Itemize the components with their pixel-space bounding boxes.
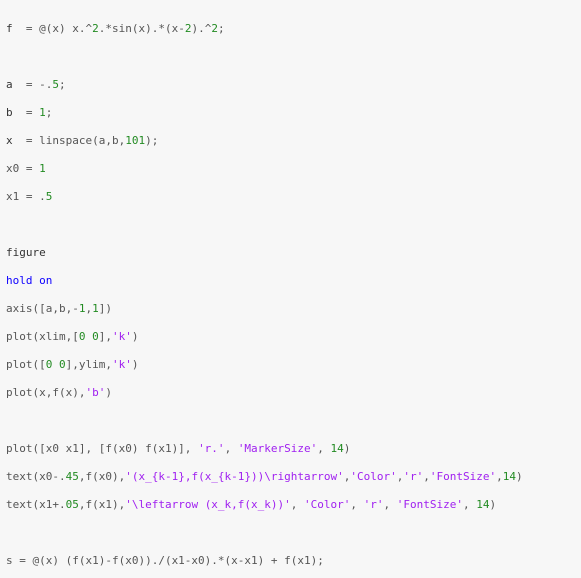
code-line (6, 50, 575, 64)
code-line: plot(x,f(x),'b') (6, 386, 575, 400)
code-line: axis([a,b,-1,1]) (6, 302, 575, 316)
code-block: f = @(x) x.^2.*sin(x).*(x-2).^2; a = -.5… (0, 0, 581, 578)
code-line: s = @(x) (f(x1)-f(x0))./(x1-x0).*(x-x1) … (6, 554, 575, 568)
code-line (6, 414, 575, 428)
code-line (6, 526, 575, 540)
code-line: plot([x0 x1], [f(x0) f(x1)], 'r.', 'Mark… (6, 442, 575, 456)
code-line: plot(xlim,[0 0],'k') (6, 330, 575, 344)
code-line: b = 1; (6, 106, 575, 120)
code-line: f = @(x) x.^2.*sin(x).*(x-2).^2; (6, 22, 575, 36)
code-line: x = linspace(a,b,101); (6, 134, 575, 148)
code-line: hold on (6, 274, 575, 288)
code-line: a = -.5; (6, 78, 575, 92)
code-line: x0 = 1 (6, 162, 575, 176)
code-line: figure (6, 246, 575, 260)
code-line: x1 = .5 (6, 190, 575, 204)
code-line (6, 218, 575, 232)
code-line: text(x1+.05,f(x1),'\leftarrow (x_k,f(x_k… (6, 498, 575, 512)
code-line: text(x0-.45,f(x0),'(x_{k-1},f(x_{k-1}))\… (6, 470, 575, 484)
code-line: plot([0 0],ylim,'k') (6, 358, 575, 372)
